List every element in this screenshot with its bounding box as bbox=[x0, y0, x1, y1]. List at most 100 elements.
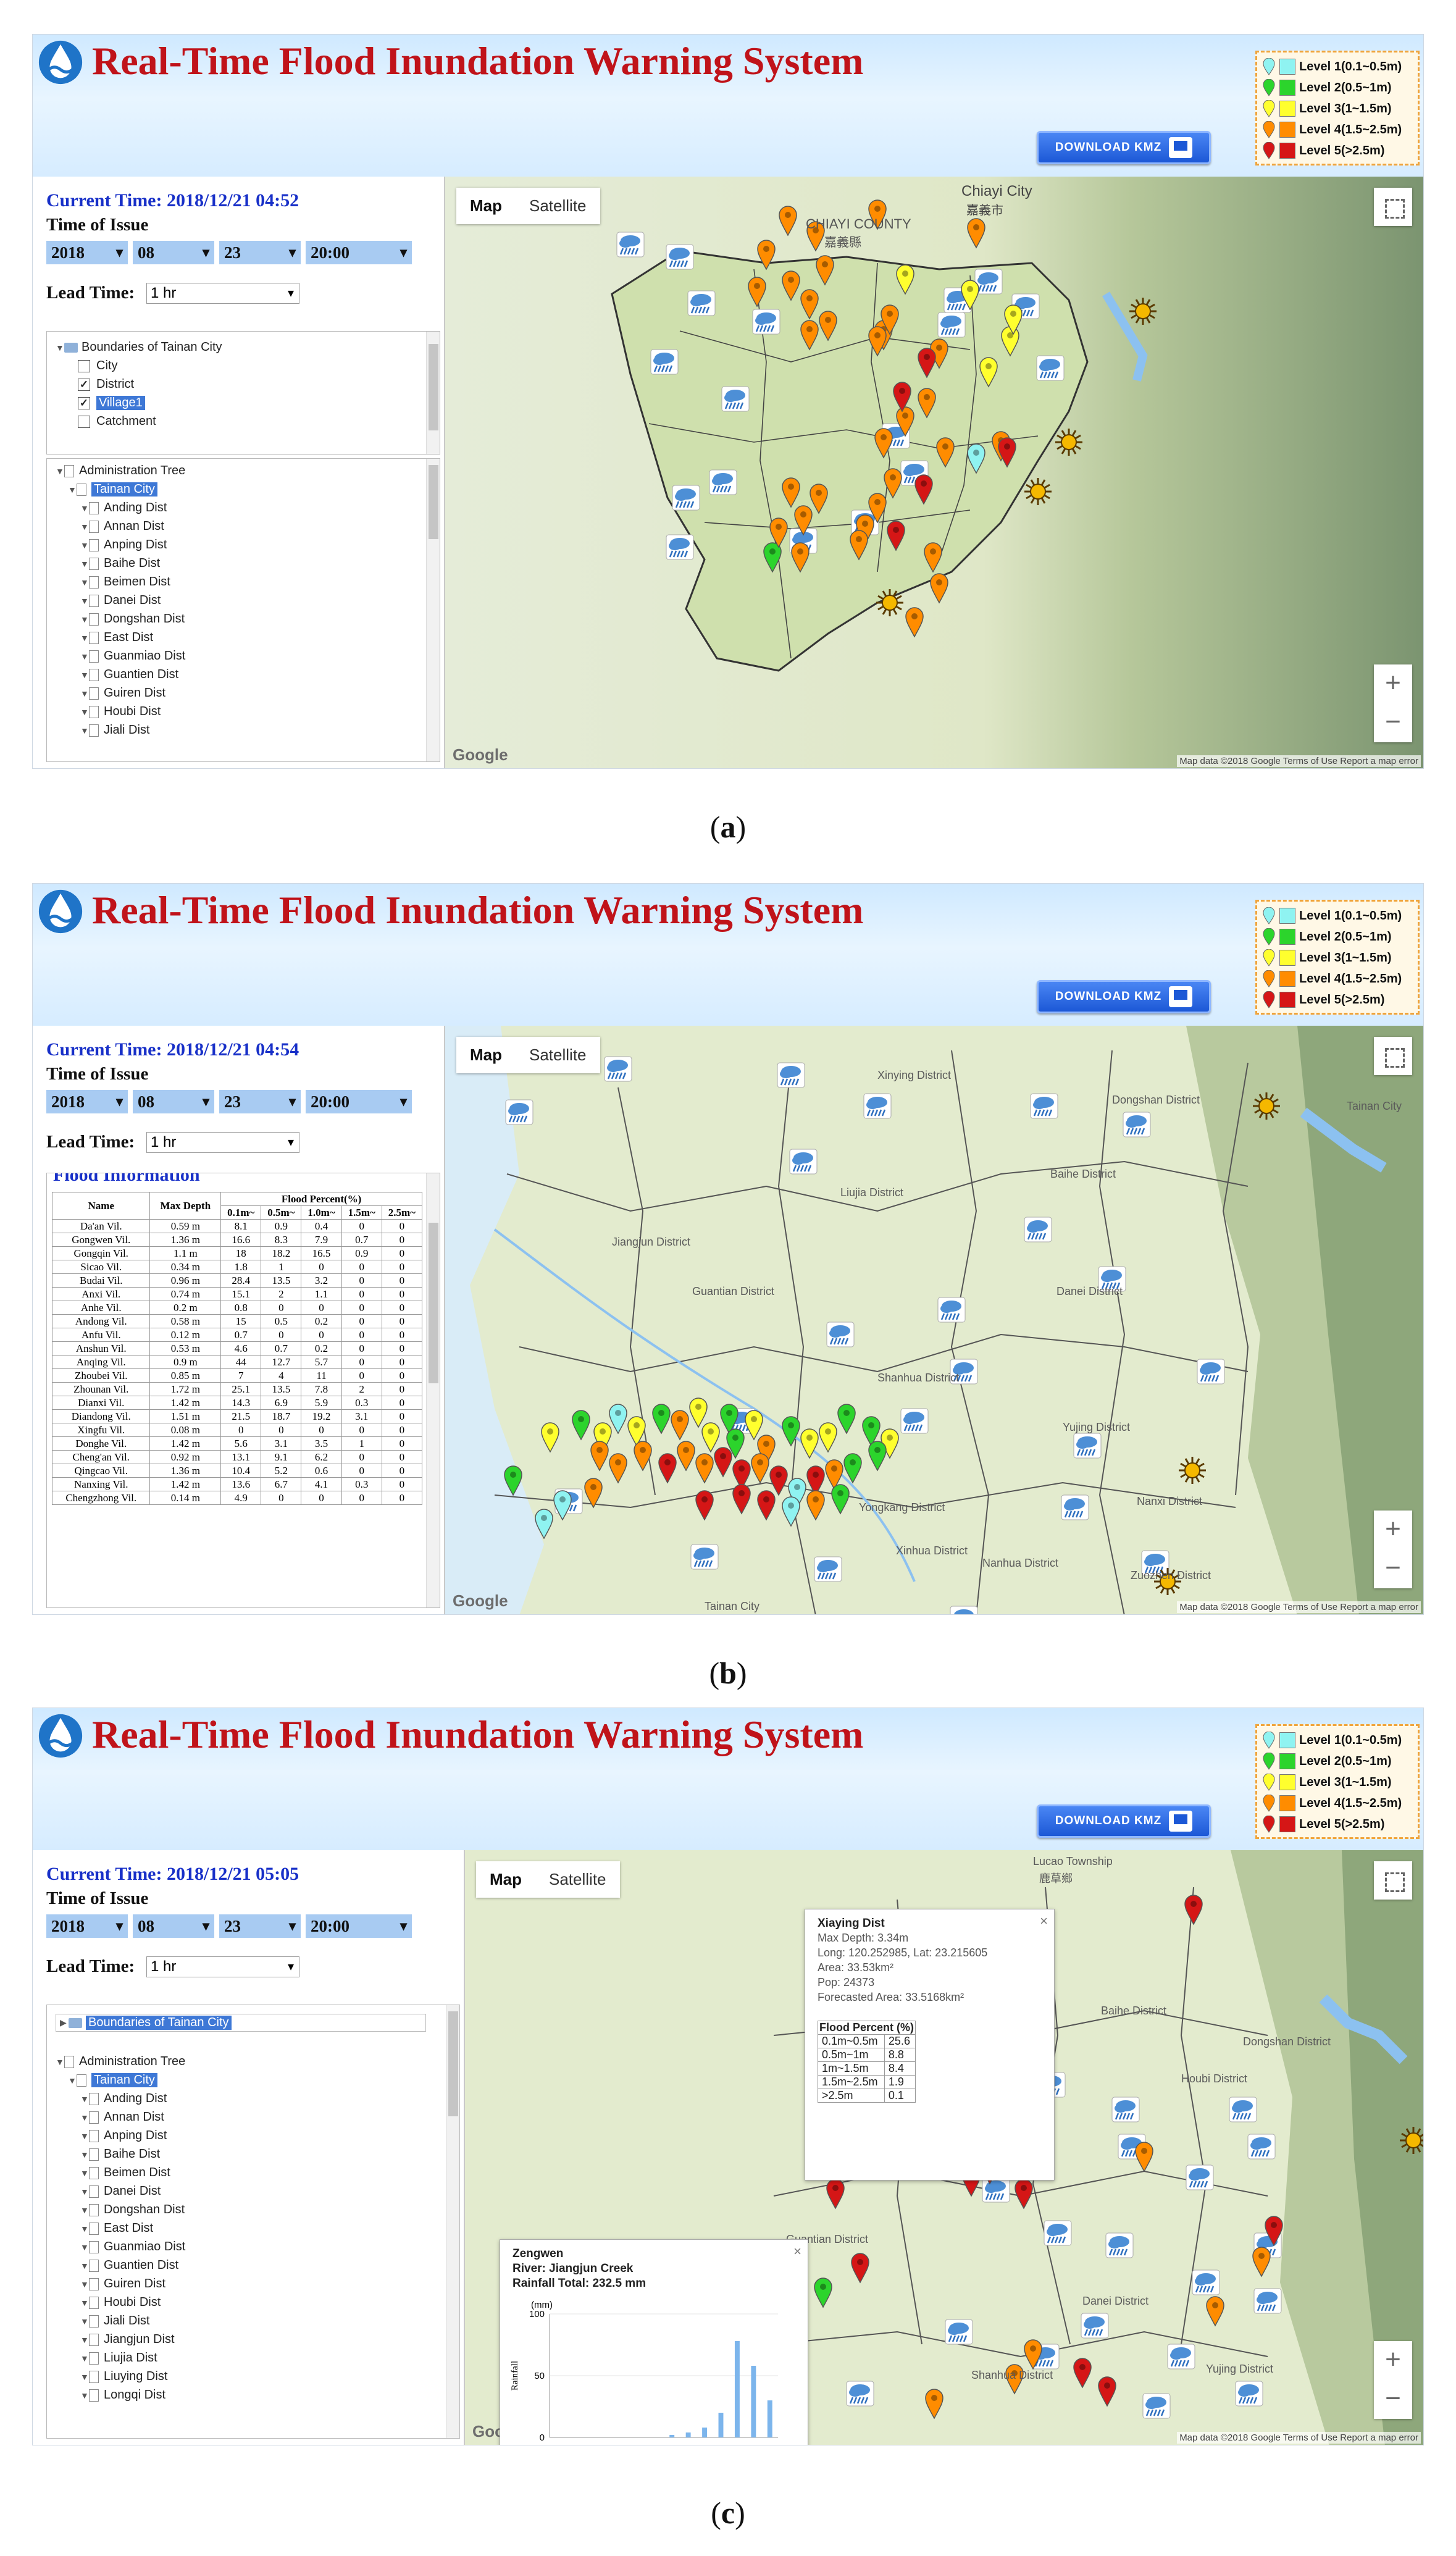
map-attribution[interactable]: Map data ©2018 Google Terms of Use Repor… bbox=[1177, 1601, 1421, 1613]
zoom-in-button[interactable]: + bbox=[1374, 1511, 1412, 1549]
rain-station-icon[interactable] bbox=[1123, 1112, 1151, 1138]
hour-select[interactable]: 20:00 bbox=[306, 241, 412, 264]
rain-station-icon[interactable] bbox=[937, 1297, 966, 1323]
tree-node-district[interactable]: ▼ Baihe Dist bbox=[80, 2147, 160, 2161]
rain-station-icon[interactable] bbox=[950, 1606, 978, 1614]
rain-station-icon[interactable] bbox=[1024, 1217, 1052, 1242]
tree-node-district[interactable]: ▼ Longqi Dist bbox=[80, 2388, 165, 2402]
map-button[interactable]: Map bbox=[456, 188, 516, 224]
tree-node-district[interactable]: ▼ Guanmiao Dist bbox=[80, 649, 185, 663]
table-row[interactable]: Qingcao Vil. 1.36 m 10.4 5.2 0.6 0 0 bbox=[51, 1464, 423, 1478]
map-button[interactable]: Map bbox=[476, 1861, 535, 1898]
tree-node-district[interactable]: ▼ Jiangjun Dist bbox=[80, 2332, 175, 2347]
zoom-out-button[interactable]: − bbox=[1374, 703, 1412, 742]
tree-node-district[interactable]: ▼ Liujia Dist bbox=[80, 2351, 157, 2365]
tree-node-boundaries[interactable]: ▶ Boundaries of Tainan City bbox=[56, 2014, 426, 2032]
fullscreen-button[interactable] bbox=[1374, 1861, 1412, 1900]
rain-station-icon[interactable] bbox=[1186, 2164, 1214, 2190]
table-row[interactable]: Budai Vil. 0.96 m 28.4 13.5 3.2 0 0 bbox=[51, 1273, 423, 1288]
zoom-in-button[interactable]: + bbox=[1374, 664, 1412, 703]
table-row[interactable]: Dianxi Vil. 1.42 m 14.3 6.9 5.9 0.3 0 bbox=[51, 1396, 423, 1410]
rain-station-icon[interactable] bbox=[616, 232, 645, 258]
rain-station-icon[interactable] bbox=[982, 2177, 1010, 2203]
tree-node-district[interactable]: ▼ Jiali Dist bbox=[80, 2314, 149, 2328]
rain-station-icon[interactable] bbox=[690, 1544, 719, 1570]
tree-node-district[interactable]: ▼ East Dist bbox=[80, 631, 153, 645]
tree-node-district[interactable]: ▼ Dongshan Dist bbox=[80, 2203, 185, 2217]
rain-station-icon[interactable] bbox=[650, 349, 679, 375]
satellite-button[interactable]: Satellite bbox=[535, 1861, 620, 1898]
tree-node-district[interactable]: ▼ Guiren Dist bbox=[80, 2277, 165, 2291]
layer-catchment-checkbox[interactable]: Catchment bbox=[78, 414, 156, 429]
day-select[interactable]: 23 bbox=[219, 241, 301, 264]
rain-station-icon[interactable] bbox=[1061, 1494, 1089, 1520]
rain-station-icon[interactable] bbox=[1081, 2313, 1109, 2339]
rain-station-icon[interactable] bbox=[826, 1322, 855, 1347]
table-row[interactable]: Andong Vil. 0.58 m 15 0.5 0.2 0 0 bbox=[51, 1314, 423, 1328]
tree-node-district[interactable]: ▼ Beimen Dist bbox=[80, 2166, 170, 2180]
table-row[interactable]: Anxi Vil. 0.74 m 15.1 2 1.1 0 0 bbox=[51, 1287, 423, 1301]
satellite-button[interactable]: Satellite bbox=[516, 188, 600, 224]
table-row[interactable]: Sicao Vil. 0.34 m 1.8 1 0 0 0 bbox=[51, 1260, 423, 1274]
scrollbar[interactable] bbox=[426, 1173, 440, 1607]
rain-station-icon[interactable] bbox=[672, 485, 700, 511]
month-select[interactable]: 08 bbox=[133, 1914, 214, 1938]
rain-station-icon[interactable] bbox=[666, 534, 694, 560]
table-row[interactable]: Gongqin Vil. 1.1 m 18 18.2 16.5 0.9 0 bbox=[51, 1246, 423, 1260]
hour-select[interactable]: 20:00 bbox=[306, 1090, 412, 1113]
rain-station-icon[interactable] bbox=[687, 290, 716, 316]
rain-station-icon[interactable] bbox=[1142, 2393, 1171, 2419]
tree-node-boundaries[interactable]: ▼ Boundaries of Tainan City bbox=[56, 340, 222, 354]
tree-node-district[interactable]: ▼ Beimen Dist bbox=[80, 575, 170, 589]
rain-station-icon[interactable] bbox=[1197, 1359, 1225, 1385]
lead-time-select[interactable]: 1 hr bbox=[146, 1956, 299, 1977]
tree-node-district[interactable]: ▼ Danei Dist bbox=[80, 2184, 161, 2198]
year-select[interactable]: 2018 bbox=[46, 1090, 128, 1113]
layer-district-checkbox[interactable]: ✓ District bbox=[78, 377, 134, 392]
hour-select[interactable]: 20:00 bbox=[306, 1914, 412, 1938]
rain-station-icon[interactable] bbox=[1247, 2134, 1276, 2160]
scrollbar[interactable] bbox=[426, 459, 440, 761]
tree-node-district[interactable]: ▼ Annan Dist bbox=[80, 2110, 164, 2124]
tree-node-district[interactable]: ▼ East Dist bbox=[80, 2221, 153, 2235]
rain-station-icon[interactable] bbox=[666, 244, 694, 270]
table-row[interactable]: Cheng'an Vil. 0.92 m 13.1 9.1 6.2 0 0 bbox=[51, 1450, 423, 1464]
tree-node-tainan-city[interactable]: ▼ Tainan City bbox=[68, 2073, 157, 2087]
rain-station-icon[interactable] bbox=[900, 1408, 929, 1434]
rain-station-icon[interactable] bbox=[1030, 1093, 1058, 1119]
table-row[interactable]: Anhe Vil. 0.2 m 0.8 0 0 0 0 bbox=[51, 1301, 423, 1315]
tree-node-district[interactable]: ▼ Guantien Dist bbox=[80, 2258, 178, 2273]
rain-station-icon[interactable] bbox=[604, 1056, 632, 1082]
rain-station-icon[interactable] bbox=[777, 1062, 805, 1088]
layer-city-checkbox[interactable]: City bbox=[78, 359, 117, 373]
fullscreen-button[interactable] bbox=[1374, 188, 1412, 226]
tree-node-district[interactable]: ▼ Houbi Dist bbox=[80, 705, 161, 719]
close-icon[interactable]: × bbox=[1040, 1913, 1048, 1929]
table-row[interactable]: Zhoubei Vil. 0.85 m 7 4 11 0 0 bbox=[51, 1368, 423, 1383]
day-select[interactable]: 23 bbox=[219, 1090, 301, 1113]
rain-station-icon[interactable] bbox=[1235, 2381, 1263, 2407]
table-row[interactable]: Anfu Vil. 0.12 m 0.7 0 0 0 0 bbox=[51, 1328, 423, 1342]
lead-time-select[interactable]: 1 hr bbox=[146, 1132, 299, 1153]
map-canvas[interactable] bbox=[445, 177, 1423, 768]
map-button[interactable]: Map bbox=[456, 1037, 516, 1073]
map-attribution[interactable]: Map data ©2018 Google Terms of Use Repor… bbox=[1177, 2432, 1421, 2444]
tree-node-district[interactable]: ▼ Liuying Dist bbox=[80, 2370, 167, 2384]
rain-station-icon[interactable] bbox=[1229, 2097, 1257, 2122]
tree-node-tainan-city[interactable]: ▼ Tainan City bbox=[68, 482, 157, 497]
map-canvas[interactable] bbox=[445, 1026, 1423, 1614]
table-row[interactable]: Zhounan Vil. 1.72 m 25.1 13.5 7.8 2 0 bbox=[51, 1382, 423, 1396]
scrollbar[interactable] bbox=[446, 2005, 459, 2438]
map-view[interactable]: Xinying District Liujia District Baihe Dis… bbox=[445, 1026, 1423, 1614]
map-attribution[interactable]: Map data ©2018 Google Terms of Use Repor… bbox=[1177, 755, 1421, 767]
rain-station-icon[interactable] bbox=[863, 1093, 892, 1119]
rain-station-icon[interactable] bbox=[1073, 1433, 1102, 1459]
map-view[interactable]: CHIAYI COUNTY 嘉義縣 Chiayi City 嘉義市 Map Sa… bbox=[445, 177, 1423, 768]
tree-node-district[interactable]: ▼ Baihe Dist bbox=[80, 556, 160, 571]
rain-station-icon[interactable] bbox=[789, 1149, 818, 1175]
table-row[interactable]: Donghe Vil. 1.42 m 5.6 3.1 3.5 1 0 bbox=[51, 1436, 423, 1451]
tree-node-district[interactable]: ▼ Anding Dist bbox=[80, 2092, 167, 2106]
month-select[interactable]: 08 bbox=[133, 1090, 214, 1113]
map-view[interactable]: Lucao Township 鹿草鄉 Baihe District Dongshan … bbox=[465, 1850, 1423, 2445]
rain-station-icon[interactable] bbox=[1192, 2269, 1220, 2295]
